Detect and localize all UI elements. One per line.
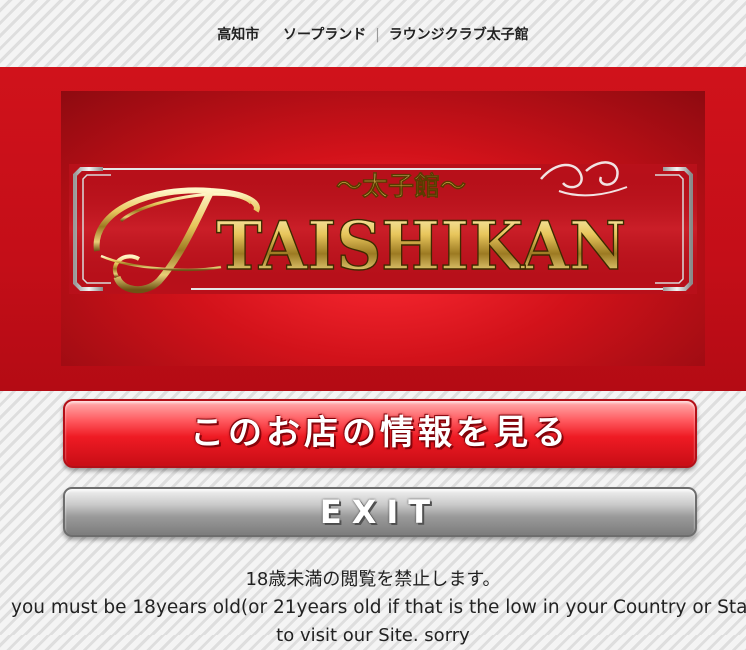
logo-kanji: ～太子館～ [336,171,466,202]
title-separator: | [375,27,380,43]
exit-button[interactable]: EXIT [63,487,697,537]
shop-name-text: ラウンジクラブ太子館 [388,27,529,43]
category-text: ソープランド [283,27,367,43]
view-shop-info-button[interactable]: このお店の情報を見る [63,399,697,468]
taishikan-logo-image: ～太子館～ TAISHIKAN [69,161,697,294]
banner-band: ～太子館～ TAISHIKAN [0,67,746,391]
logo-wordmark: TAISHIKAN [216,207,626,285]
shop-logo-banner: ～太子館～ TAISHIKAN [61,91,705,366]
age-notice-english-line2: to visit our Site. sorry [276,625,470,646]
age-notice: 18歳未満の閲覧を禁止します。 you must be 18years old(… [0,566,746,650]
age-notice-english-line1: you must be 18years old(or 21years old i… [11,597,746,618]
page-title: 高知市 ソープランド | ラウンジクラブ太子館 [0,24,746,44]
location-text: 高知市 [217,27,260,43]
age-notice-japanese: 18歳未満の閲覧を禁止します。 [245,569,501,590]
